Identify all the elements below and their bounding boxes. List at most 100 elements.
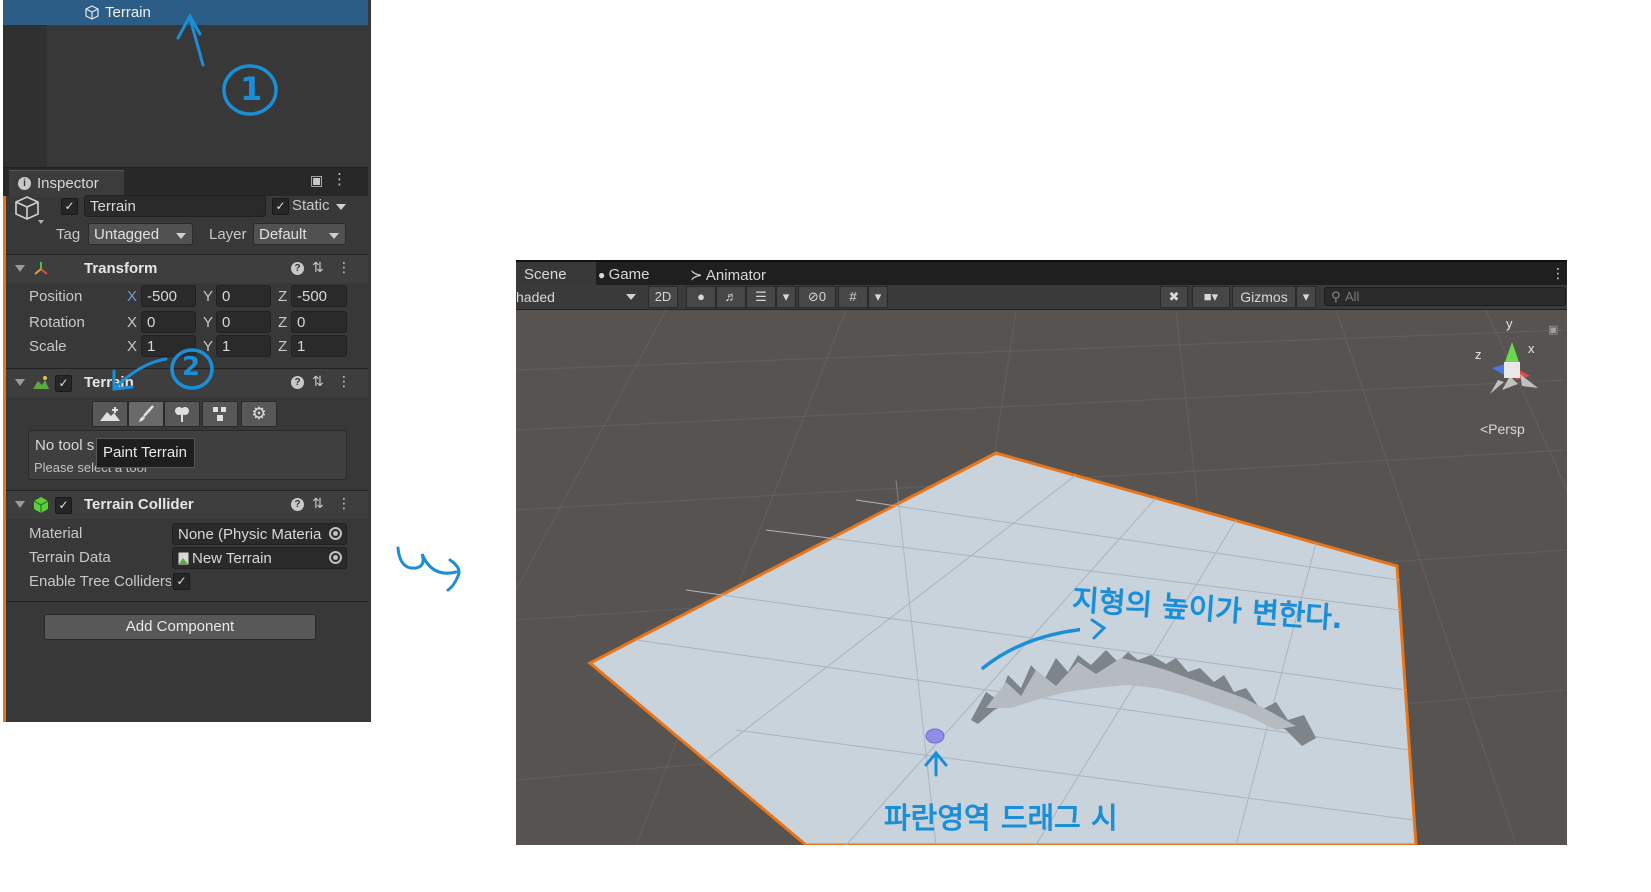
tools-icon: ✖ <box>1168 289 1180 304</box>
scene-search-input[interactable]: ⚲ All <box>1324 287 1566 306</box>
kebab-menu-icon[interactable]: ⋮ <box>337 495 351 512</box>
gizmo-lock-icon[interactable]: ▣ <box>1548 323 1558 336</box>
paint-terrain-tooltip: Paint Terrain <box>96 438 195 468</box>
gizmos-button[interactable]: Gizmos <box>1232 286 1296 308</box>
kebab-menu-icon[interactable]: ⋮ <box>337 373 351 390</box>
scale-y-field[interactable]: 1 <box>216 335 271 357</box>
object-name-field[interactable]: Terrain <box>84 195 266 217</box>
terrain-data-value: New Terrain <box>192 550 272 567</box>
transform-header[interactable]: Transform ? ⇅ ⋮ <box>6 254 368 283</box>
audio-toggle-button[interactable]: ♬ <box>716 286 746 308</box>
info-icon: i <box>18 177 31 190</box>
terrain-collider-header[interactable]: ✓ Terrain Collider ? ⇅ ⋮ <box>6 490 368 519</box>
shading-mode-dropdown[interactable]: haded <box>516 289 555 305</box>
rotation-z-field[interactable]: 0 <box>291 311 347 333</box>
speaker-icon: ♬ <box>724 289 738 304</box>
layer-dropdown[interactable]: Default <box>253 223 346 245</box>
object-picker-icon[interactable] <box>329 551 342 564</box>
terrain-icon <box>33 376 49 389</box>
axis-z-label[interactable]: Z <box>278 338 287 355</box>
paint-details-button[interactable] <box>202 401 238 427</box>
kebab-menu-icon[interactable]: ⋮ <box>337 259 351 276</box>
rotation-x-field[interactable]: 0 <box>141 311 196 333</box>
gizmo-z-label[interactable]: z <box>1475 347 1482 362</box>
terrain-settings-button[interactable]: ⚙ <box>241 401 277 427</box>
foldout-icon[interactable] <box>15 501 25 508</box>
tab-inspector[interactable]: i Inspector <box>9 170 124 197</box>
object-active-checkbox[interactable]: ✓ <box>61 198 78 215</box>
help-icon[interactable]: ? <box>291 498 304 511</box>
chevron-down-icon[interactable] <box>626 294 636 300</box>
layer-label: Layer <box>209 226 247 243</box>
kebab-menu-icon[interactable]: ⋮ <box>332 170 347 188</box>
axis-y-label[interactable]: Y <box>203 288 213 305</box>
gizmo-y-label[interactable]: y <box>1506 316 1513 331</box>
preset-icon[interactable]: ⇅ <box>312 373 324 390</box>
static-label: Static <box>292 197 330 214</box>
gear-icon: ⚙ <box>251 404 267 423</box>
foldout-icon[interactable] <box>15 379 25 386</box>
position-x-field[interactable]: -500 <box>141 285 196 307</box>
tag-dropdown[interactable]: Untagged <box>88 223 193 245</box>
tag-value: Untagged <box>94 226 160 243</box>
preset-icon[interactable]: ⇅ <box>312 495 324 512</box>
lighting-toggle-button[interactable]: ● <box>686 286 716 308</box>
object-picker-icon[interactable] <box>329 527 342 540</box>
scale-z-field[interactable]: 1 <box>291 335 347 357</box>
static-checkbox[interactable]: ✓ <box>272 198 289 215</box>
layers-icon: ☰ <box>755 289 767 304</box>
position-y-field[interactable]: 0 <box>216 285 271 307</box>
foldout-icon[interactable] <box>15 265 25 272</box>
camera-dropdown[interactable]: ■▾ <box>1192 286 1230 308</box>
grid-toggle-button[interactable]: # <box>838 286 868 308</box>
terrain-enabled-checkbox[interactable]: ✓ <box>55 375 72 392</box>
transform-title: Transform <box>84 260 158 277</box>
preset-icon[interactable]: ⇅ <box>312 259 324 276</box>
help-icon[interactable]: ? <box>291 262 304 275</box>
axis-z-label[interactable]: Z <box>278 314 287 331</box>
collider-enabled-checkbox[interactable]: ✓ <box>55 497 72 514</box>
grid-dropdown[interactable]: ▾ <box>868 286 888 308</box>
gizmos-dropdown[interactable]: ▾ <box>1296 286 1316 308</box>
hidden-count: 0 <box>818 289 827 304</box>
chevron-down-icon <box>176 233 186 239</box>
add-component-button[interactable]: Add Component <box>44 614 316 640</box>
search-placeholder: All <box>1345 289 1360 304</box>
tab-animator[interactable]: ≻ Animator <box>690 266 766 284</box>
lock-icon[interactable]: ▣ <box>310 172 323 189</box>
terrain-data-asset-icon <box>178 552 189 565</box>
chevron-down-icon: ▾ <box>874 289 882 304</box>
enable-tree-colliders-checkbox[interactable]: ✓ <box>173 573 190 590</box>
help-icon[interactable]: ? <box>291 376 304 389</box>
material-field[interactable]: None (Physic Materia <box>172 523 347 545</box>
static-dropdown-caret-icon[interactable] <box>336 204 346 210</box>
effects-toggle-button[interactable]: ☰ <box>746 286 776 308</box>
tools-button[interactable]: ✖ <box>1160 286 1188 308</box>
gamepad-icon: ● <box>598 268 609 282</box>
paint-trees-button[interactable] <box>164 401 200 427</box>
material-value: None (Physic Materia <box>178 526 322 543</box>
create-neighbor-terrains-button[interactable] <box>92 401 128 427</box>
axis-x-label[interactable]: X <box>127 314 137 331</box>
tab-animator-label: Animator <box>705 267 766 284</box>
toggle-2d-button[interactable]: 2D <box>648 286 678 308</box>
kebab-menu-icon[interactable]: ⋮ <box>1551 265 1565 282</box>
annotation-drag-blue-area: 파란영역 드래그 시 <box>884 801 1118 835</box>
projection-label[interactable]: <Persp <box>1480 421 1525 437</box>
gizmo-x-label[interactable]: x <box>1528 341 1535 356</box>
paint-terrain-button[interactable] <box>128 401 164 427</box>
axis-x-label[interactable]: X <box>127 288 137 305</box>
rotation-y-field[interactable]: 0 <box>216 311 271 333</box>
tab-inspector-label: Inspector <box>37 175 99 192</box>
transform-icon <box>34 262 48 275</box>
layer-value: Default <box>259 226 307 243</box>
paintbrush-icon <box>139 405 154 422</box>
hidden-objects-toggle[interactable]: ⊘0 <box>798 286 836 308</box>
position-z-field[interactable]: -500 <box>291 285 347 307</box>
tab-game[interactable]: ● Game <box>598 266 649 283</box>
terrain-data-field[interactable]: New Terrain <box>172 547 347 569</box>
axis-z-label[interactable]: Z <box>278 288 287 305</box>
effects-dropdown[interactable]: ▾ <box>776 286 796 308</box>
tab-scene[interactable]: Scene <box>524 266 567 283</box>
axis-y-label[interactable]: Y <box>203 314 213 331</box>
